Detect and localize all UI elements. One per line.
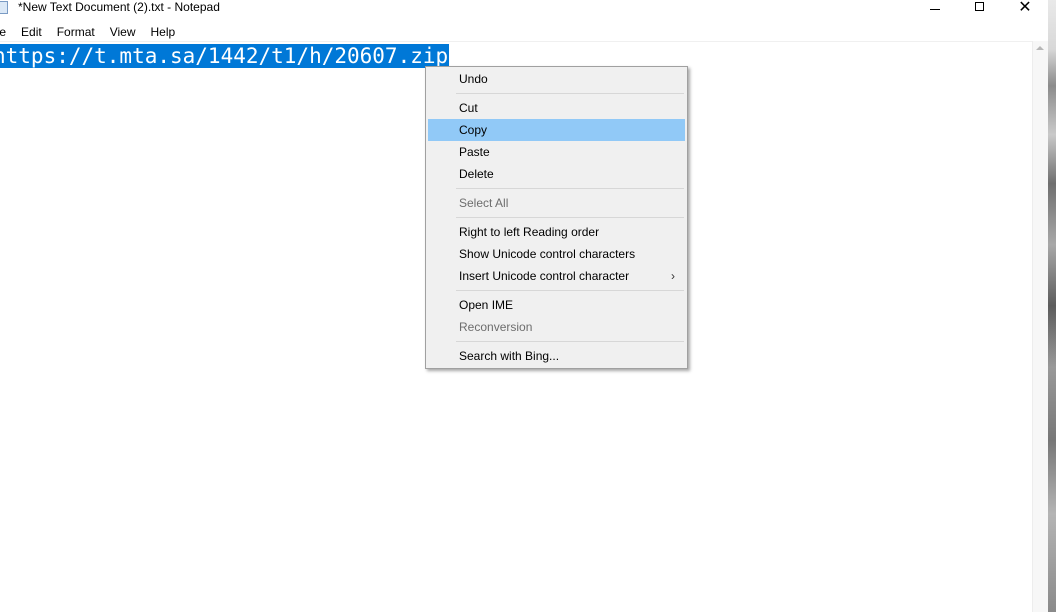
selected-text[interactable]: https://t.mta.sa/1442/t1/h/20607.zip xyxy=(0,44,450,68)
notepad-icon xyxy=(0,1,8,14)
close-button[interactable]: ✕ xyxy=(1002,0,1048,17)
menu-separator xyxy=(456,217,684,218)
chevron-right-icon: › xyxy=(671,269,675,283)
menu-open-ime[interactable]: Open IME xyxy=(428,294,685,316)
menu-separator xyxy=(456,290,684,291)
menu-paste[interactable]: Paste xyxy=(428,141,685,163)
menu-select-all[interactable]: Select All xyxy=(428,192,685,214)
close-icon: ✕ xyxy=(1018,0,1032,16)
menu-show-unicode-control[interactable]: Show Unicode control characters xyxy=(428,243,685,265)
menu-rtl-reading-order[interactable]: Right to left Reading order xyxy=(428,221,685,243)
context-menu: Undo Cut Copy Paste Delete Select All Ri… xyxy=(425,66,688,369)
scroll-up-icon[interactable] xyxy=(1036,46,1044,50)
menu-copy[interactable]: Copy xyxy=(428,119,685,141)
menu-view[interactable]: View xyxy=(110,25,136,39)
menu-separator xyxy=(456,188,684,189)
desktop-background xyxy=(1048,0,1056,612)
minimize-button[interactable] xyxy=(912,0,958,17)
menu-file[interactable]: ile xyxy=(0,25,6,39)
menu-reconversion[interactable]: Reconversion xyxy=(428,316,685,338)
menu-search-with-bing[interactable]: Search with Bing... xyxy=(428,345,685,367)
menu-edit[interactable]: Edit xyxy=(21,25,42,39)
maximize-button[interactable] xyxy=(956,0,1002,17)
menu-undo[interactable]: Undo xyxy=(428,68,685,90)
menu-delete[interactable]: Delete xyxy=(428,163,685,185)
menu-separator xyxy=(456,341,684,342)
menu-separator xyxy=(456,93,684,94)
menu-bar: ile Edit Format View Help xyxy=(0,22,1032,41)
minimize-icon xyxy=(930,9,940,10)
menu-insert-unicode-label: Insert Unicode control character xyxy=(459,269,630,283)
menu-help[interactable]: Help xyxy=(151,25,176,39)
maximize-icon xyxy=(974,2,984,11)
menu-format[interactable]: Format xyxy=(57,25,95,39)
menu-cut[interactable]: Cut xyxy=(428,97,685,119)
vertical-scrollbar[interactable] xyxy=(1032,41,1048,612)
window-title: *New Text Document (2).txt - Notepad xyxy=(18,0,220,14)
title-bar: *New Text Document (2).txt - Notepad ✕ xyxy=(0,0,1048,17)
menu-insert-unicode-control[interactable]: Insert Unicode control character › xyxy=(428,265,685,287)
